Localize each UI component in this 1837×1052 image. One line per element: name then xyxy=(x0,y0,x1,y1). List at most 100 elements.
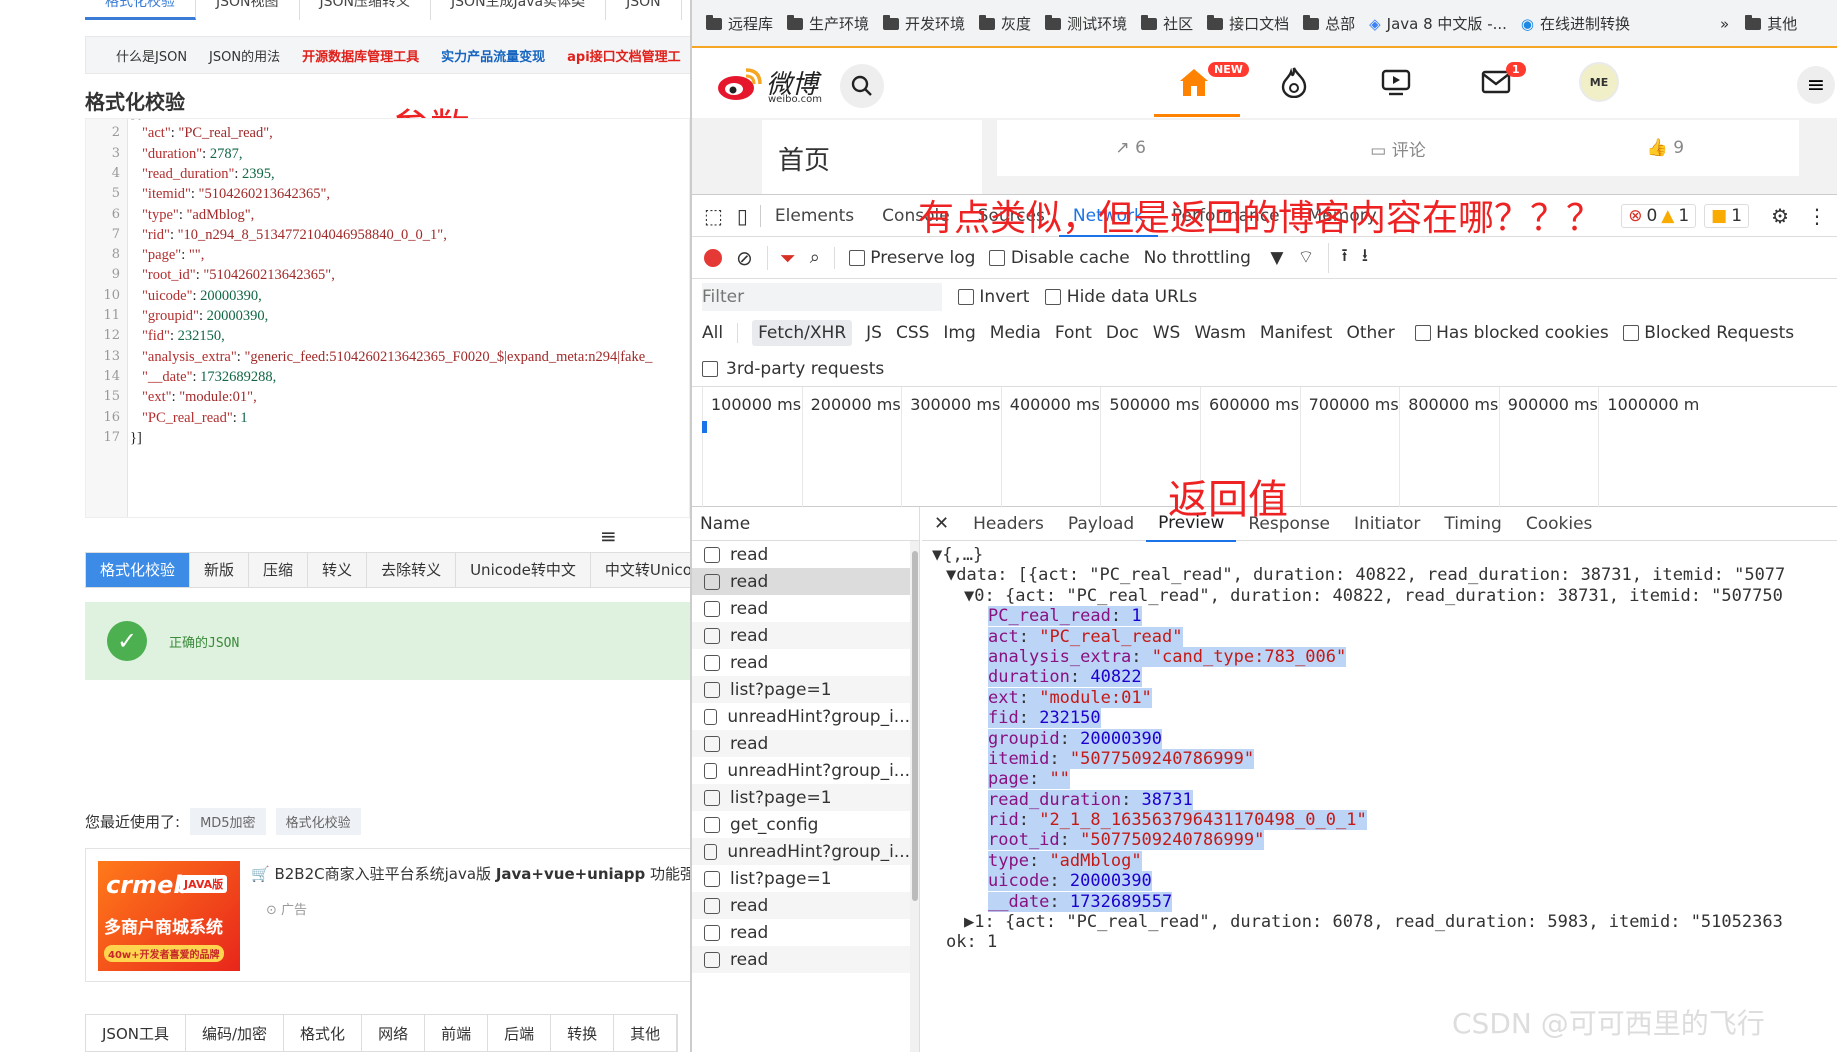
checkbox[interactable] xyxy=(1622,325,1639,341)
error-warn-counter[interactable]: ⊗ 0 ▲ 1 xyxy=(1621,203,1697,228)
expand-triangle-icon[interactable]: ▼ xyxy=(932,545,942,565)
tab-json-more[interactable]: JSON xyxy=(606,0,682,20)
close-icon[interactable]: ✕ xyxy=(922,513,961,534)
request-row[interactable]: read xyxy=(692,595,910,622)
tree-data-node[interactable]: ▼data: [{act: "PC_real_read", duration: … xyxy=(932,565,1837,585)
json-preview-tree[interactable]: ▼{,…} ▼data: [{act: "PC_real_read", dura… xyxy=(932,545,1837,1052)
preview-field[interactable]: rid: "2_1_8_163563796431170498_0_0_1" xyxy=(932,810,1837,831)
tab-initiator[interactable]: Initiator xyxy=(1342,507,1432,541)
link-what-is-json[interactable]: 什么是JSON xyxy=(116,46,187,65)
request-row[interactable]: read xyxy=(692,919,910,946)
scrollbar-thumb[interactable] xyxy=(912,551,918,901)
avatar[interactable]: ME xyxy=(1579,62,1619,102)
link-api-doc[interactable]: api接口文档管理工 xyxy=(567,46,681,65)
tab-preview[interactable]: Preview xyxy=(1146,506,1237,542)
checkbox[interactable] xyxy=(958,289,974,305)
like-button[interactable]: 👍 9 xyxy=(1532,138,1799,158)
video-icon[interactable] xyxy=(1372,60,1420,104)
checkbox[interactable] xyxy=(1045,289,1062,305)
request-row[interactable]: list?page=1 xyxy=(692,676,910,703)
tab-response[interactable]: Response xyxy=(1236,507,1342,541)
type-fetch-xhr[interactable]: Fetch/XHR xyxy=(752,320,853,346)
type-font[interactable]: Font xyxy=(1055,323,1092,343)
weibo-logo[interactable]: 微博 weibo.com xyxy=(716,62,836,106)
request-row[interactable]: get_config xyxy=(692,811,910,838)
request-row[interactable]: unreadHint?group_i... xyxy=(692,838,910,865)
request-row[interactable]: unreadHint?group_i... xyxy=(692,757,910,784)
inspect-element-icon[interactable]: ⬚ xyxy=(704,204,723,228)
request-row[interactable]: read xyxy=(692,568,910,595)
request-row[interactable]: read xyxy=(692,649,910,676)
name-column-header[interactable]: Name xyxy=(692,507,920,541)
type-wasm[interactable]: Wasm xyxy=(1194,323,1246,343)
menu-icon[interactable]: ≡ xyxy=(1797,66,1835,104)
request-list-scrollbar[interactable] xyxy=(910,541,920,1052)
hide-data-urls-toggle[interactable]: Hide data URLs xyxy=(1045,287,1197,307)
import-har-icon[interactable]: ⭱ xyxy=(1328,242,1348,273)
preview-field[interactable]: type: "adMblog" xyxy=(932,850,1837,871)
preview-field[interactable]: ext: "module:01" xyxy=(932,687,1837,708)
comment-button[interactable]: ▭ 评论 xyxy=(1264,136,1531,161)
type-other[interactable]: Other xyxy=(1346,323,1394,343)
recent-tag-format[interactable]: 格式化校验 xyxy=(275,808,361,835)
unescape-button[interactable]: 去除转义 xyxy=(367,553,457,587)
export-har-icon[interactable]: ⭳ xyxy=(1362,243,1368,273)
collapse-triangle-icon[interactable]: ▶ xyxy=(964,912,974,932)
bookmark-hq[interactable]: 总部 xyxy=(1303,13,1355,34)
ad-title[interactable]: 🛒 B2B2C商家入驻平台系统java版 Java+vue+uniapp 功能强… xyxy=(251,863,690,884)
expand-triangle-icon[interactable]: ▼ xyxy=(964,586,974,606)
checkbox[interactable] xyxy=(989,249,1006,266)
disable-cache-toggle[interactable]: Disable cache xyxy=(989,248,1130,268)
cn-to-unicode-button[interactable]: 中文转Unicode xyxy=(591,553,690,587)
tab-json-to-java[interactable]: JSON生成Java实体类 xyxy=(431,0,607,20)
device-toolbar-icon[interactable]: ▯ xyxy=(737,204,748,228)
cat-format[interactable]: 格式化 xyxy=(284,1015,363,1051)
throttling-select[interactable]: No throttling ▼ xyxy=(1144,248,1284,268)
tab-timing[interactable]: Timing xyxy=(1432,507,1513,541)
preview-field[interactable]: root_id: "5077509240786999" xyxy=(932,830,1837,851)
checkbox[interactable] xyxy=(1414,325,1431,341)
tree-item-1[interactable]: ▶1: {act: "PC_real_read", duration: 6078… xyxy=(932,912,1837,932)
type-img[interactable]: Img xyxy=(943,323,975,343)
request-row[interactable]: list?page=1 xyxy=(692,865,910,892)
checkbox[interactable] xyxy=(848,249,865,266)
request-row[interactable]: read xyxy=(692,730,910,757)
filter-funnel-icon[interactable]: ⏷ xyxy=(766,245,796,270)
format-check-button[interactable]: 格式化校验 xyxy=(86,553,191,587)
cat-json-tools[interactable]: JSON工具 xyxy=(86,1015,186,1051)
bookmark-test[interactable]: 测试环境 xyxy=(1045,13,1127,34)
search-icon[interactable]: ⌕ xyxy=(810,247,820,268)
more-options-icon[interactable]: ⋮ xyxy=(1807,204,1827,228)
cat-frontend[interactable]: 前端 xyxy=(425,1015,489,1051)
preview-field[interactable]: page: "" xyxy=(932,769,1837,790)
preview-field[interactable]: duration: 40822 xyxy=(932,667,1837,688)
request-row[interactable]: read xyxy=(692,622,910,649)
cat-network[interactable]: 网络 xyxy=(362,1015,426,1051)
type-media[interactable]: Media xyxy=(990,323,1041,343)
tab-format-check[interactable]: 格式化校验 xyxy=(85,0,196,20)
search-icon[interactable] xyxy=(840,64,884,108)
network-conditions-icon[interactable]: ⌔ xyxy=(1297,246,1314,269)
tab-headers[interactable]: Headers xyxy=(961,507,1056,541)
escape-button[interactable]: 转义 xyxy=(308,553,368,587)
link-json-usage[interactable]: JSON的用法 xyxy=(209,46,280,65)
tree-item-0[interactable]: ▼0: {act: "PC_real_read", duration: 4082… xyxy=(932,586,1837,606)
settings-gear-icon[interactable]: ⚙ xyxy=(1771,204,1789,228)
bookmark-gray[interactable]: 灰度 xyxy=(979,13,1031,34)
json-editor[interactable]: 1234567891011121314151617 [{"act": "PC_r… xyxy=(85,118,690,518)
record-icon[interactable] xyxy=(704,248,722,267)
cat-encode[interactable]: 编码/加密 xyxy=(186,1015,285,1051)
ad-image[interactable]: crmeb JAVA版 多商户商城系统 40w+开发者喜爱的品牌 xyxy=(98,861,240,971)
bookmarks-overflow[interactable]: » xyxy=(1720,15,1729,33)
bookmark-community[interactable]: 社区 xyxy=(1141,13,1193,34)
link-db-tool[interactable]: 开源数据库管理工具 xyxy=(302,46,419,65)
invert-toggle[interactable]: Invert xyxy=(958,287,1029,307)
tab-payload[interactable]: Payload xyxy=(1056,507,1146,541)
blocked-requests-toggle[interactable]: Blocked Requests xyxy=(1622,323,1794,343)
request-row[interactable]: unreadHint?group_i... xyxy=(692,703,910,730)
type-manifest[interactable]: Manifest xyxy=(1260,323,1333,343)
bookmark-other[interactable]: 其他 xyxy=(1745,13,1797,34)
cat-backend[interactable]: 后端 xyxy=(488,1015,552,1051)
recent-tag-md5[interactable]: MD5加密 xyxy=(190,808,266,835)
preview-field[interactable]: PC_real_read: 1 xyxy=(932,606,1837,627)
